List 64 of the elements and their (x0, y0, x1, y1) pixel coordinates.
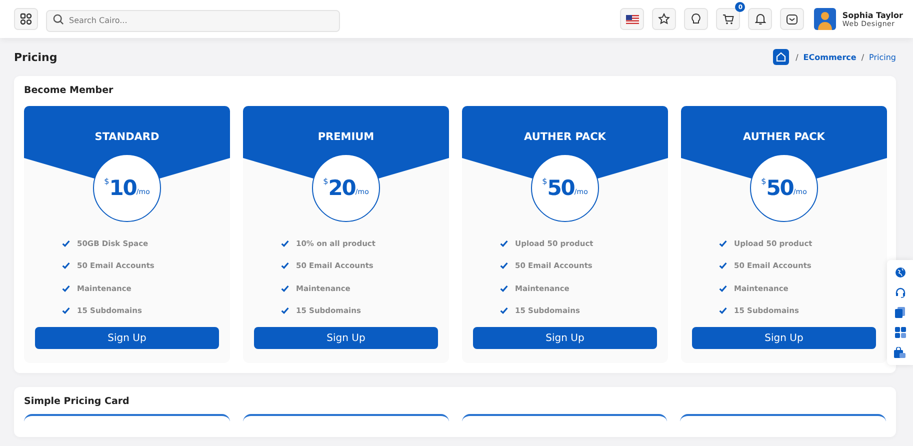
globe-icon[interactable] (894, 267, 906, 278)
check-icon (281, 262, 289, 270)
sign-up-button[interactable]: Sign Up (254, 327, 438, 349)
check-icon (62, 284, 70, 292)
check-icon (719, 284, 727, 292)
home-button[interactable] (772, 49, 789, 65)
plan-name: PREMIUM (318, 131, 374, 144)
apps-icon (20, 13, 32, 25)
avatar-icon (814, 8, 836, 30)
messages-button[interactable] (780, 8, 804, 30)
plan-name: STANDARD (94, 131, 160, 144)
page-title: Pricing (14, 50, 58, 64)
search-icon (53, 14, 64, 24)
cart-button[interactable] (716, 8, 740, 30)
section-title: Become Member (24, 85, 114, 96)
language-button[interactable] (620, 8, 644, 30)
flag-icon (626, 14, 639, 24)
price-amount: 50 (547, 176, 574, 200)
bulb-icon (691, 13, 702, 25)
check-icon (500, 307, 508, 314)
sign-up-button[interactable]: Sign Up (473, 327, 657, 349)
cart-icon (722, 13, 734, 25)
plan-name: AUTHER PACK (524, 131, 606, 144)
check-icon (719, 240, 727, 247)
home-icon (776, 52, 786, 62)
favorites-button[interactable] (652, 8, 676, 30)
notifications-button[interactable] (748, 8, 772, 30)
bell-icon (754, 13, 766, 25)
theme-button[interactable] (684, 8, 708, 30)
check-icon (62, 240, 70, 247)
check-icon (281, 284, 289, 292)
currency-sign: $ (542, 177, 548, 186)
price-amount: 10 (109, 176, 136, 200)
plan-name: AUTHER PACK (743, 131, 825, 144)
check-icon (62, 262, 70, 270)
currency-sign: $ (761, 177, 766, 186)
check-icon (500, 240, 508, 247)
section-title: Simple Pricing Card (24, 396, 130, 407)
check-icon (500, 284, 508, 292)
check-icon (62, 307, 70, 314)
check-icon (719, 307, 727, 314)
mail-icon (786, 14, 798, 24)
check-icon (719, 262, 727, 270)
headset-icon[interactable] (894, 287, 906, 298)
breadcrumb-separator: / (861, 52, 864, 62)
breadcrumb-link[interactable]: Pricing (869, 52, 896, 62)
currency-sign: $ (323, 177, 328, 186)
user-name: Sophia Taylor (842, 10, 903, 20)
breadcrumb-link[interactable]: ECommerce (803, 52, 856, 62)
check-icon (281, 240, 289, 247)
document-icon[interactable] (895, 307, 905, 318)
grid-icon[interactable] (894, 327, 906, 338)
check-icon (500, 262, 508, 270)
search-field[interactable]: Search Cairo... (46, 10, 340, 32)
apps-button[interactable] (14, 8, 38, 30)
breadcrumb-separator: / (796, 52, 798, 62)
sign-up-button[interactable]: Sign Up (692, 327, 876, 349)
check-icon (281, 307, 289, 314)
currency-sign: $ (104, 177, 110, 186)
price-amount: 50 (766, 176, 794, 200)
price-amount: 20 (328, 176, 356, 200)
shopping-bag-icon[interactable] (894, 347, 906, 358)
star-icon (658, 13, 670, 25)
sign-up-button[interactable]: Sign Up (35, 327, 219, 349)
